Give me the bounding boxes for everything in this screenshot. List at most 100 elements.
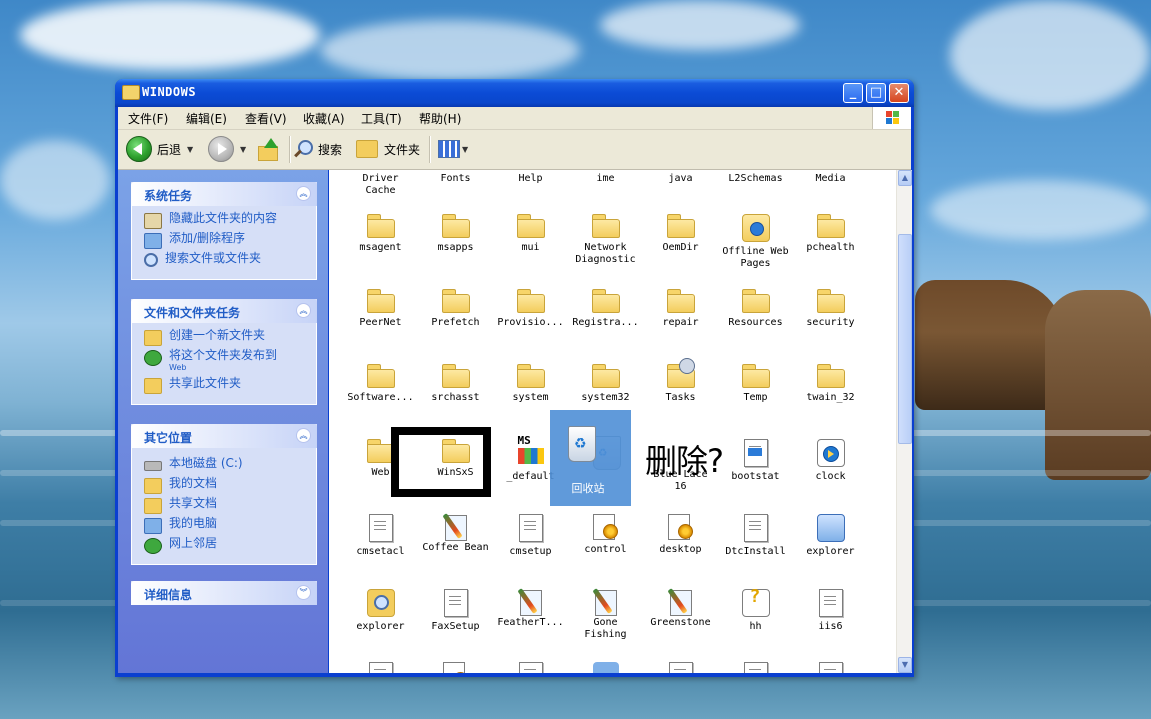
folder-item[interactable]: Software... (343, 364, 418, 404)
vertical-scrollbar[interactable]: ▲ ▼ (896, 170, 912, 673)
folder-item[interactable]: Prefetch (418, 289, 493, 329)
place-local-disk[interactable]: 本地磁盘 (C:) (144, 456, 316, 476)
folder-item[interactable]: system32 (568, 364, 643, 404)
file-item[interactable]: bootstat (718, 439, 793, 483)
file-label: _default (506, 471, 555, 482)
file-label: Gone Fishing (584, 617, 627, 640)
chevron-down-icon[interactable]: ▼ (462, 145, 468, 154)
file-item[interactable]: Coffee Bean (418, 512, 493, 554)
folder-item[interactable]: srchasst (418, 364, 493, 404)
file-item[interactable]: Gone Fishing (568, 587, 643, 641)
title-bar[interactable]: WINDOWS _ □ ✕ (115, 79, 914, 107)
file-item[interactable] (493, 662, 568, 673)
close-button[interactable]: ✕ (889, 83, 909, 103)
place-shared-documents[interactable]: 共享文档 (144, 496, 316, 516)
collapse-chevron-icon[interactable]: ︽ (296, 186, 311, 201)
file-item[interactable]: explorer (793, 514, 868, 558)
search-button[interactable]: 搜索 (294, 135, 342, 163)
file-item[interactable]: control (568, 514, 643, 556)
file-item[interactable]: Fonts (418, 173, 493, 185)
folder-item[interactable]: Registra... (568, 289, 643, 329)
file-item[interactable] (643, 662, 718, 673)
folder-item[interactable]: Provisio... (493, 289, 568, 329)
folder-item[interactable]: twain_32 (793, 364, 868, 404)
folder-item[interactable]: system (493, 364, 568, 404)
file-item[interactable]: FaxSetup (418, 589, 493, 633)
folder-icon (591, 364, 620, 388)
file-item[interactable]: Greenstone (643, 587, 718, 629)
folder-item[interactable]: Tasks (643, 358, 718, 404)
forward-button[interactable]: ▼ (208, 135, 246, 163)
other-places-header[interactable]: 其它位置 ︽ (131, 424, 317, 448)
file-item[interactable]: DtcInstall (718, 514, 793, 558)
up-folder-button[interactable] (256, 135, 280, 163)
file-item[interactable]: cmsetacl (343, 514, 418, 558)
file-item[interactable]: clock (793, 439, 868, 483)
file-item[interactable] (343, 662, 418, 673)
minimize-button[interactable]: _ (843, 83, 863, 103)
back-button[interactable]: 后退 ▼ (126, 135, 193, 163)
place-my-computer[interactable]: 我的电脑 (144, 516, 316, 536)
task-publish-to-web[interactable]: 将这个文件夹发布到 Web (144, 348, 316, 376)
task-share-folder[interactable]: 共享此文件夹 (144, 376, 316, 396)
task-label: 添加/删除程序 (169, 231, 246, 245)
file-item[interactable]: ? hh (718, 588, 793, 633)
folder-item[interactable]: mui (493, 214, 568, 254)
file-item[interactable]: ime (568, 173, 643, 185)
task-new-folder[interactable]: 创建一个新文件夹 (144, 328, 316, 348)
menu-help[interactable]: 帮助(H) (419, 110, 461, 127)
task-hide-folder-contents[interactable]: 隐藏此文件夹的内容 (144, 211, 316, 231)
details-header[interactable]: 详细信息 ︾ (131, 581, 317, 605)
scroll-up-button[interactable]: ▲ (898, 170, 912, 186)
folder-item[interactable]: msagent (343, 214, 418, 254)
chevron-down-icon[interactable]: ▼ (240, 145, 246, 154)
collapse-chevron-icon[interactable]: ︽ (296, 303, 311, 318)
scroll-thumb[interactable] (898, 234, 912, 444)
views-button[interactable]: ▼ (438, 135, 468, 163)
file-item[interactable]: iis6 (793, 589, 868, 633)
folders-button[interactable]: 文件夹 (356, 135, 420, 163)
task-search-files[interactable]: 搜索文件或文件夹 (144, 251, 316, 271)
expand-chevron-icon[interactable]: ︾ (296, 585, 311, 600)
file-item[interactable]: explorer (343, 589, 418, 633)
maximize-button[interactable]: □ (866, 83, 886, 103)
file-item[interactable]: L2Schemas (718, 173, 793, 185)
file-folder-tasks-header[interactable]: 文件和文件夹任务 ︽ (131, 299, 317, 323)
file-item[interactable] (568, 662, 643, 673)
folder-item[interactable]: Network Diagnostic (568, 214, 643, 266)
folder-item[interactable]: security (793, 289, 868, 329)
menu-file[interactable]: 文件(F) (128, 110, 168, 127)
folder-item[interactable]: OemDir (643, 214, 718, 254)
file-item[interactable]: Help (493, 173, 568, 185)
gone-fishing-icon (592, 587, 620, 616)
file-item[interactable] (718, 662, 793, 673)
scroll-down-button[interactable]: ▼ (898, 657, 912, 673)
place-my-documents[interactable]: 我的文档 (144, 476, 316, 496)
collapse-chevron-icon[interactable]: ︽ (296, 428, 311, 443)
file-item[interactable]: cmsetup (493, 514, 568, 558)
file-item[interactable]: java (643, 173, 718, 185)
folder-item[interactable]: PeerNet (343, 289, 418, 329)
folder-item[interactable]: repair (643, 289, 718, 329)
place-network[interactable]: 网上邻居 (144, 536, 316, 556)
folder-item[interactable]: pchealth (793, 214, 868, 254)
menu-favorites[interactable]: 收藏(A) (303, 110, 345, 127)
file-item[interactable]: Media (793, 173, 868, 185)
system-tasks-header[interactable]: 系统任务 ︽ (131, 182, 317, 206)
menu-tools[interactable]: 工具(T) (361, 110, 402, 127)
file-item[interactable]: Driver Cache (343, 173, 418, 197)
folder-item[interactable]: Resources (718, 289, 793, 329)
chevron-down-icon[interactable]: ▼ (187, 145, 193, 154)
file-item[interactable] (793, 662, 868, 673)
file-item[interactable]: desktop (643, 514, 718, 556)
file-item[interactable]: FeatherT... (493, 587, 568, 629)
recycle-bin-item[interactable]: ♻ 回收站 (555, 416, 625, 502)
file-item[interactable] (418, 662, 493, 673)
menu-view[interactable]: 查看(V) (245, 110, 287, 127)
folder-item[interactable]: Offline Web Pages (718, 214, 793, 270)
folder-item[interactable]: Temp (718, 364, 793, 404)
task-add-remove-programs[interactable]: 添加/删除程序 (144, 231, 316, 251)
folder-item[interactable]: msapps (418, 214, 493, 254)
menu-edit[interactable]: 编辑(E) (186, 110, 227, 127)
window-title: WINDOWS (142, 85, 197, 99)
